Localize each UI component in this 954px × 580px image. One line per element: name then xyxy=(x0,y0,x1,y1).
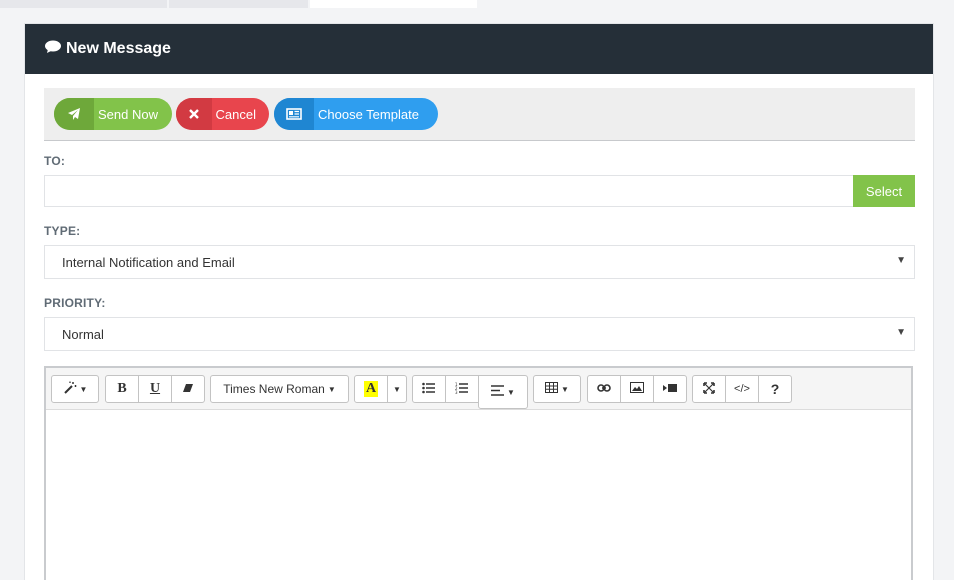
priority-label: PRIORITY: xyxy=(44,296,106,310)
link-icon xyxy=(597,382,611,396)
choose-template-button[interactable]: Choose Template xyxy=(274,98,438,130)
unordered-list-button[interactable] xyxy=(412,375,446,403)
bullet-list-icon xyxy=(422,382,436,397)
caret-down-icon: ▼ xyxy=(79,384,88,394)
send-now-button[interactable]: Send Now xyxy=(54,98,172,130)
clear-format-button[interactable] xyxy=(171,375,205,403)
style-group: ▼ xyxy=(51,375,99,403)
eraser-icon xyxy=(182,382,194,396)
type-selected-value: Internal Notification and Email xyxy=(62,254,235,270)
action-bar: Send Now Cancel Choose Template xyxy=(44,88,915,141)
choose-template-label: Choose Template xyxy=(318,106,419,122)
expand-icon xyxy=(703,381,715,397)
font-name-group: Times New Roman ▼ xyxy=(210,375,349,403)
magic-style-button[interactable]: ▼ xyxy=(51,375,99,403)
font-style-group: B U xyxy=(105,375,205,403)
color-dropdown-button[interactable]: ▼ xyxy=(387,375,407,403)
cancel-label: Cancel xyxy=(215,106,256,122)
ordered-list-button[interactable]: 123 xyxy=(445,375,479,403)
align-left-icon xyxy=(491,385,505,399)
table-grid-icon xyxy=(545,382,559,396)
send-now-label: Send Now xyxy=(98,106,158,122)
type-label: TYPE: xyxy=(44,224,81,238)
dropdown-arrow-icon: ▼ xyxy=(896,255,906,266)
new-message-panel: New Message Send Now Cancel Choose Templ… xyxy=(24,23,934,580)
font-name-value: Times New Roman xyxy=(223,382,325,396)
highlight-color-button[interactable]: A xyxy=(354,375,388,403)
editor-toolbar: ▼ B U Times New Roman ▼ A ▼ 1 2 3 ▼ ▼ </… xyxy=(46,368,911,410)
underline-button[interactable]: U xyxy=(138,375,172,403)
table-group: ▼ xyxy=(533,375,581,403)
insert-image-button[interactable] xyxy=(620,375,654,403)
type-select[interactable]: Internal Notification and Email ▼ xyxy=(44,245,915,279)
view-group: </> ? xyxy=(692,375,792,403)
to-row: Select xyxy=(44,175,915,207)
video-icon xyxy=(663,382,677,396)
page-title: New Message xyxy=(66,40,171,57)
magic-wand-icon xyxy=(63,381,77,398)
svg-text:3: 3 xyxy=(455,390,458,394)
rich-text-editor: ▼ B U Times New Roman ▼ A ▼ 1 2 3 ▼ ▼ </… xyxy=(44,366,913,580)
bold-button[interactable]: B xyxy=(105,375,139,403)
numbered-list-icon: 123 xyxy=(455,382,469,397)
picture-icon xyxy=(630,382,644,396)
priority-selected-value: Normal xyxy=(62,326,104,342)
panel-header: New Message xyxy=(25,24,933,74)
fullscreen-button[interactable] xyxy=(692,375,726,403)
priority-select[interactable]: Normal ▼ xyxy=(44,317,915,351)
paper-plane-icon xyxy=(54,98,94,130)
highlight-letter-icon: A xyxy=(363,381,379,397)
color-group: A ▼ xyxy=(354,375,407,403)
help-button[interactable]: ? xyxy=(758,375,792,403)
insert-video-button[interactable] xyxy=(653,375,687,403)
select-recipients-button[interactable]: Select xyxy=(853,175,915,207)
top-tabs-strip xyxy=(0,0,954,8)
caret-down-icon: ▼ xyxy=(327,384,336,394)
caret-down-icon: ▼ xyxy=(393,384,401,394)
top-tab-1[interactable] xyxy=(0,0,167,8)
code-view-button[interactable]: </> xyxy=(725,375,759,403)
newspaper-icon xyxy=(274,98,314,130)
caret-down-icon: ▼ xyxy=(507,387,515,397)
top-tab-active[interactable] xyxy=(310,0,477,8)
insert-group xyxy=(587,375,687,403)
to-label: TO: xyxy=(44,154,66,168)
dropdown-arrow-icon: ▼ xyxy=(896,327,906,338)
to-input[interactable] xyxy=(44,175,853,207)
paragraph-align-dropdown[interactable]: ▼ xyxy=(478,375,528,409)
table-insert-button[interactable]: ▼ xyxy=(533,375,581,403)
cancel-button[interactable]: Cancel xyxy=(176,98,269,130)
comment-icon xyxy=(45,40,61,59)
caret-down-icon: ▼ xyxy=(561,384,569,394)
paragraph-group: 123 ▼ xyxy=(412,375,528,409)
insert-link-button[interactable] xyxy=(587,375,621,403)
font-name-dropdown[interactable]: Times New Roman ▼ xyxy=(210,375,349,403)
close-icon xyxy=(176,98,212,130)
top-tab-2[interactable] xyxy=(169,0,308,8)
editor-content-area[interactable] xyxy=(46,410,911,580)
